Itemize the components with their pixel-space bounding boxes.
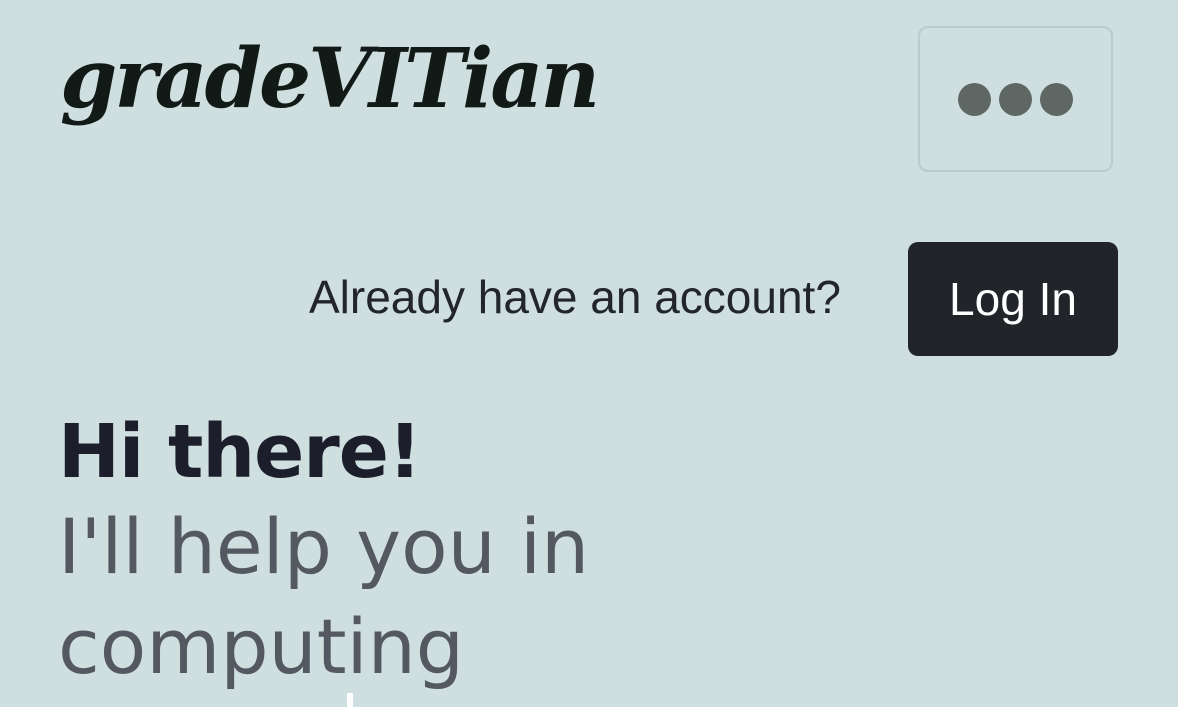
text-cursor-icon	[347, 693, 353, 707]
menu-dot-icon	[1040, 82, 1073, 116]
hero-subtitle-line: I'll help you in	[58, 501, 590, 591]
brand-logo[interactable]: gradeVITian	[60, 38, 600, 120]
hero-section: Hi there! I'll help you in computing	[58, 408, 1158, 697]
hero-subtitle: I'll help you in computing	[58, 497, 698, 697]
account-row: Already have an account? Log In	[0, 242, 1178, 356]
account-prompt: Already have an account?	[309, 271, 841, 323]
menu-button[interactable]	[918, 26, 1113, 172]
menu-dot-icon	[999, 82, 1032, 116]
menu-dot-icon	[958, 82, 991, 116]
top-header: gradeVITian	[0, 0, 1178, 200]
hero-title: Hi there!	[58, 409, 422, 495]
login-button[interactable]: Log In	[908, 242, 1118, 356]
hero-subtitle-line: computing	[58, 601, 465, 691]
